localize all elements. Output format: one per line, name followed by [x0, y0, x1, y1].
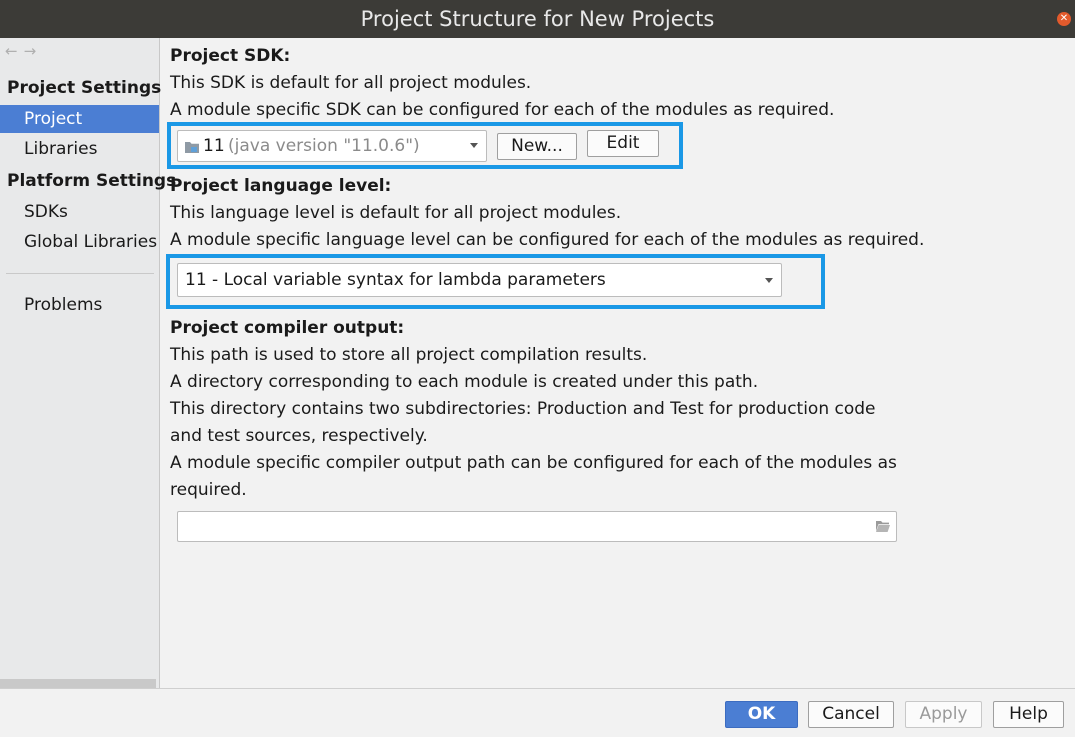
sidebar: ←→ Project Settings Project Libraries Pl…: [0, 38, 176, 688]
sidebar-item-global-libraries[interactable]: Global Libraries: [0, 228, 159, 256]
back-arrow-icon[interactable]: ←: [5, 42, 24, 60]
compiler-output-description-4: and test sources, respectively.: [170, 426, 428, 446]
dialog-footer: OK Cancel Apply Help: [0, 688, 1075, 737]
language-level-heading: Project language level:: [170, 176, 392, 196]
window-titlebar: Project Structure for New Projects ✕: [0, 0, 1075, 38]
sdk-description: This SDK is default for all project modu…: [170, 73, 532, 93]
language-level-dropdown[interactable]: 11 - Local variable syntax for lambda pa…: [177, 263, 782, 297]
window-title: Project Structure for New Projects: [360, 7, 715, 31]
language-level-description: This language level is default for all p…: [170, 203, 622, 223]
sidebar-item-problems[interactable]: Problems: [0, 291, 159, 319]
platform-settings-heading: Platform Settings: [7, 171, 177, 191]
browse-folder-icon[interactable]: [876, 521, 890, 532]
compiler-output-description: This path is used to store all project c…: [170, 345, 648, 365]
compiler-output-description-6: required.: [170, 480, 247, 500]
apply-button[interactable]: Apply: [905, 701, 982, 728]
sidebar-divider: [6, 273, 154, 274]
sidebar-scrollbar[interactable]: [0, 679, 156, 688]
sdk-version: (java version "11.0.6"): [228, 136, 420, 156]
sdk-heading: Project SDK:: [170, 46, 291, 66]
sidebar-item-libraries[interactable]: Libraries: [0, 135, 159, 163]
compiler-output-description-5: A module specific compiler output path c…: [170, 453, 897, 473]
compiler-output-heading: Project compiler output:: [170, 318, 405, 338]
compiler-output-description-3: This directory contains two subdirectori…: [170, 399, 876, 419]
sidebar-item-sdks[interactable]: SDKs: [0, 198, 159, 226]
sdk-description-2: A module specific SDK can be configured …: [170, 100, 835, 120]
sdk-folder-icon: [185, 142, 199, 153]
compiler-output-description-2: A directory corresponding to each module…: [170, 372, 759, 392]
forward-arrow-icon[interactable]: →: [24, 42, 43, 60]
project-settings-heading: Project Settings: [7, 78, 162, 98]
ok-button[interactable]: OK: [725, 701, 798, 728]
project-settings-panel: Project SDK: This SDK is default for all…: [160, 38, 1075, 688]
close-icon[interactable]: ✕: [1057, 12, 1071, 26]
nav-arrows: ←→: [5, 42, 42, 60]
sdk-dropdown[interactable]: 11 (java version "11.0.6"): [177, 130, 487, 162]
chevron-down-icon: [470, 143, 478, 148]
language-level-description-2: A module specific language level can be …: [170, 230, 925, 250]
sdk-name: 11: [203, 136, 225, 156]
language-level-value: 11 - Local variable syntax for lambda pa…: [185, 270, 606, 290]
cancel-button[interactable]: Cancel: [808, 701, 894, 728]
chevron-down-icon: [765, 278, 773, 283]
sidebar-item-project[interactable]: Project: [0, 105, 159, 133]
edit-sdk-button[interactable]: Edit: [587, 130, 659, 157]
compiler-output-path-field[interactable]: [177, 511, 897, 542]
new-sdk-button[interactable]: New...: [497, 133, 577, 160]
help-button[interactable]: Help: [993, 701, 1064, 728]
